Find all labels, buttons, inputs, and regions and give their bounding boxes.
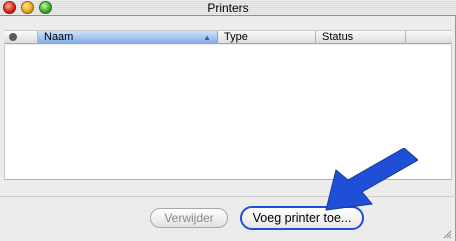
remove-printer-button[interactable]: Verwijder: [150, 208, 228, 228]
window-title: Printers: [207, 1, 249, 15]
resize-grip-icon[interactable]: [442, 229, 452, 239]
status-indicator-icon: [9, 33, 17, 41]
sort-ascending-icon: ▲: [203, 33, 211, 42]
column-header-naam[interactable]: Naam ▲: [38, 31, 218, 44]
title-bar[interactable]: Printers: [0, 0, 456, 16]
column-header-indicator[interactable]: [4, 31, 38, 44]
pointer-arrow-icon: [325, 148, 418, 211]
column-header-status-label: Status: [322, 31, 354, 43]
column-header-type[interactable]: Type: [218, 31, 316, 44]
column-header-naam-label: Naam: [44, 31, 74, 43]
column-header-type-label: Type: [224, 31, 248, 43]
printers-window: Printers Naam ▲ Type Status Verwijder Vo…: [0, 0, 456, 241]
table-header: Naam ▲ Type Status: [4, 30, 452, 44]
column-header-status[interactable]: Status: [316, 31, 406, 44]
